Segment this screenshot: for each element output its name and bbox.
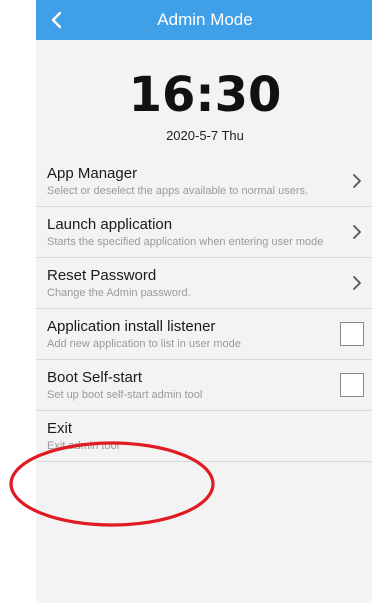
setting-subtitle: Exit admin tool	[47, 440, 120, 452]
setting-reset-password[interactable]: Reset Password Change the Admin password…	[36, 258, 372, 309]
boot-self-start-checkbox[interactable]	[340, 373, 364, 397]
app-bar: Admin Mode	[36, 0, 372, 40]
back-button[interactable]	[36, 0, 76, 40]
setting-title: Application install listener	[47, 318, 216, 335]
setting-title: Launch application	[47, 216, 173, 233]
setting-install-listener[interactable]: Application install listener Add new app…	[36, 309, 372, 360]
page-title: Admin Mode	[157, 10, 253, 29]
setting-subtitle: Set up boot self-start admin tool	[47, 389, 203, 401]
setting-subtitle: Select or deselect the apps available to…	[47, 185, 309, 197]
clock-date: 2020-5-7 Thu	[166, 128, 244, 143]
chevron-left-icon	[51, 11, 62, 29]
clock-time: 16:30	[128, 67, 282, 123]
setting-title: Exit	[47, 420, 73, 437]
setting-app-manager[interactable]: App Manager Select or deselect the apps …	[36, 156, 372, 207]
chevron-right-icon	[353, 225, 361, 239]
install-listener-checkbox[interactable]	[340, 322, 364, 346]
setting-title: Reset Password	[47, 267, 157, 284]
setting-subtitle: Add new application to list in user mode	[47, 338, 241, 350]
chevron-right-icon	[353, 276, 361, 290]
setting-title: App Manager	[47, 165, 138, 182]
settings-list: App Manager Select or deselect the apps …	[36, 156, 372, 462]
setting-boot-self-start[interactable]: Boot Self-start Set up boot self-start a…	[36, 360, 372, 411]
admin-mode-screen: Admin Mode 16:30 2020-5-7 Thu App Manage…	[36, 0, 372, 603]
setting-title: Boot Self-start	[47, 369, 143, 386]
chevron-right-icon	[353, 174, 361, 188]
setting-launch-application[interactable]: Launch application Starts the specified …	[36, 207, 372, 258]
setting-subtitle: Starts the specified application when en…	[47, 236, 324, 248]
setting-exit[interactable]: Exit Exit admin tool	[36, 411, 372, 462]
setting-subtitle: Change the Admin password.	[47, 287, 191, 299]
